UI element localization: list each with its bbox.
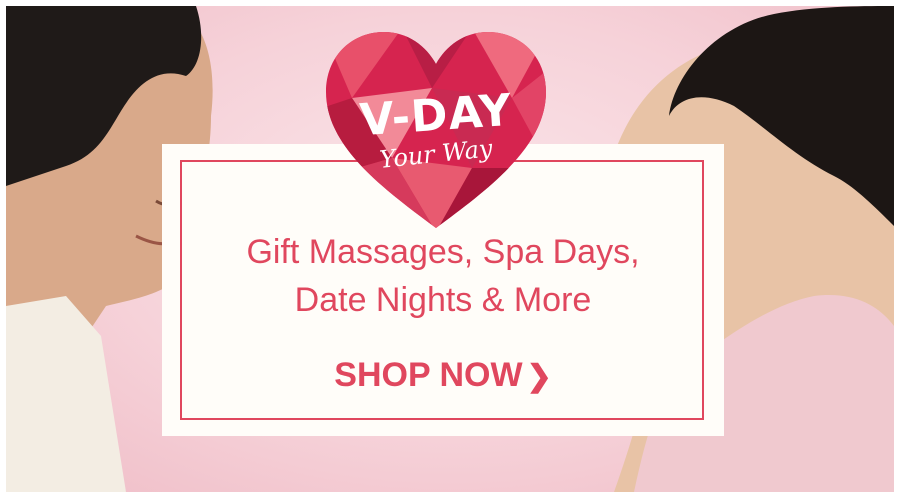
promo-banner[interactable]: Gift Massages, Spa Days, Date Nights & M… — [6, 6, 894, 492]
headline-line-1: Gift Massages, Spa Days, — [246, 233, 640, 271]
shop-now-label: SHOP NOW — [334, 356, 523, 394]
promo-headline: Gift Massages, Spa Days, Date Nights & M… — [162, 228, 724, 324]
shop-now-button[interactable]: SHOP NOW ❯ — [162, 356, 724, 395]
vday-heart-logo: V-DAY Your Way — [322, 28, 550, 232]
headline-line-2: Date Nights & More — [294, 281, 592, 319]
chevron-right-icon: ❯ — [526, 360, 552, 393]
